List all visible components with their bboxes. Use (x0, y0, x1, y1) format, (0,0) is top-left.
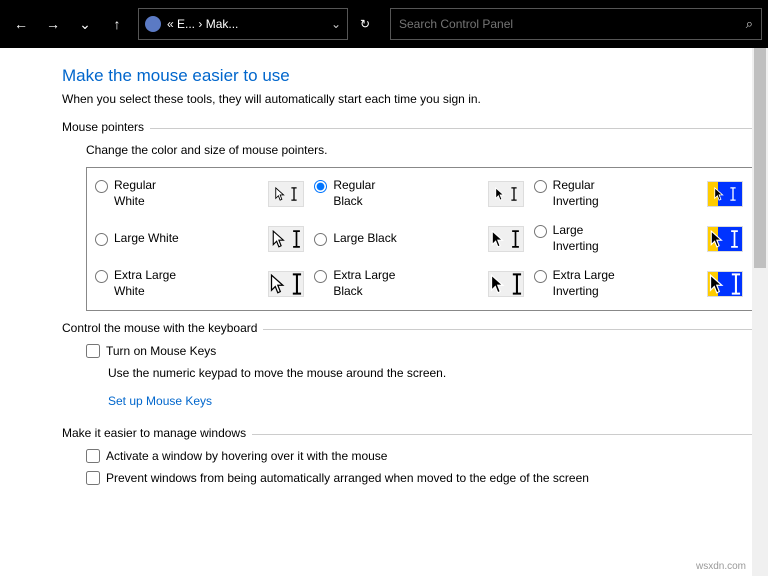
pointer-radio-label[interactable]: Extra Large Inverting (534, 268, 623, 299)
hover-activate-label: Activate a window by hovering over it wi… (106, 449, 387, 463)
hover-activate-checkbox[interactable] (86, 449, 100, 463)
pointer-preview (488, 271, 524, 297)
pointer-preview (268, 226, 304, 252)
scrollbar[interactable] (752, 48, 768, 576)
pointer-options-grid: Regular White Regular Black Regular Invert… (86, 167, 758, 311)
recent-button[interactable]: ⌄ (70, 8, 100, 40)
pointer-preview (707, 226, 743, 252)
pointer-option-text: Extra Large White (114, 268, 184, 299)
pointer-radio-label[interactable]: Large Inverting (534, 223, 623, 254)
pointer-option: Regular Black (314, 178, 529, 209)
pointer-preview (488, 226, 524, 252)
pointer-option-text: Regular Inverting (553, 178, 623, 209)
search-input[interactable] (399, 17, 746, 31)
forward-icon: → (46, 16, 60, 32)
up-button[interactable]: ↑ (102, 8, 132, 40)
pointer-option: Large White (95, 223, 310, 254)
refresh-icon: ↻ (360, 17, 370, 31)
mouse-keys-checkbox[interactable] (86, 344, 100, 358)
pointer-radio[interactable] (95, 233, 108, 246)
back-icon: ← (14, 16, 28, 32)
pointer-radio[interactable] (314, 270, 327, 283)
pointer-option: Regular White (95, 178, 310, 209)
setup-mouse-keys-link[interactable]: Set up Mouse Keys (108, 394, 212, 408)
page-title: Make the mouse easier to use (62, 66, 758, 86)
pointer-option-text: Extra Large Inverting (553, 268, 623, 299)
pointer-radio-label[interactable]: Regular White (95, 178, 184, 209)
pointer-option-text: Regular Black (333, 178, 403, 209)
group-label: Mouse pointers (62, 120, 150, 134)
pointer-option: Large Black (314, 223, 529, 254)
pointer-option-text: Large White (114, 231, 179, 247)
pointer-desc: Change the color and size of mouse point… (86, 143, 758, 157)
watermark: wsxdn.com (696, 561, 746, 572)
navigation-bar: ← → ⌄ ↑ « E... › Mak... ⌄ ↻ ⌕ (0, 0, 768, 48)
pointer-radio[interactable] (95, 180, 108, 193)
breadcrumb: « E... › Mak... (167, 17, 325, 31)
pointer-radio[interactable] (534, 225, 547, 238)
control-panel-icon (145, 16, 161, 32)
mouse-keys-label: Turn on Mouse Keys (106, 344, 216, 358)
address-bar[interactable]: « E... › Mak... ⌄ (138, 8, 348, 40)
scrollbar-thumb[interactable] (754, 48, 766, 268)
search-icon: ⌕ (746, 16, 753, 32)
pointer-preview (488, 181, 524, 207)
chevron-down-icon: ⌄ (79, 16, 91, 33)
back-button[interactable]: ← (6, 8, 36, 40)
page-subtitle: When you select these tools, they will a… (62, 92, 758, 106)
pointer-option: Extra Large White (95, 268, 310, 299)
pointer-option: Regular Inverting (534, 178, 749, 209)
pointer-radio-label[interactable]: Extra Large Black (314, 268, 403, 299)
prevent-arrange-checkbox[interactable] (86, 471, 100, 485)
group-mouse-pointers: Mouse pointers Change the color and size… (62, 128, 758, 311)
pointer-option: Extra Large Black (314, 268, 529, 299)
content-area: Make the mouse easier to use When you se… (0, 48, 768, 576)
pointer-radio[interactable] (95, 270, 108, 283)
address-dropdown-icon[interactable]: ⌄ (331, 17, 341, 31)
pointer-option-text: Large Black (333, 231, 396, 247)
pointer-preview (268, 271, 304, 297)
search-bar[interactable]: ⌕ (390, 8, 762, 40)
mouse-keys-desc: Use the numeric keypad to move the mouse… (108, 366, 758, 380)
pointer-preview (707, 271, 743, 297)
group-manage-windows: Make it easier to manage windows Activat… (62, 434, 758, 485)
pointer-radio-label[interactable]: Regular Black (314, 178, 403, 209)
pointer-radio[interactable] (314, 233, 327, 246)
group-keyboard-control: Control the mouse with the keyboard Turn… (62, 329, 758, 416)
pointer-option-text: Extra Large Black (333, 268, 403, 299)
pointer-preview (268, 181, 304, 207)
forward-button[interactable]: → (38, 8, 68, 40)
pointer-radio-label[interactable]: Regular Inverting (534, 178, 623, 209)
pointer-option-text: Regular White (114, 178, 184, 209)
pointer-option-text: Large Inverting (553, 223, 623, 254)
pointer-radio-label[interactable]: Large Black (314, 231, 396, 247)
prevent-arrange-label: Prevent windows from being automatically… (106, 471, 589, 485)
refresh-button[interactable]: ↻ (350, 8, 380, 40)
group-label: Control the mouse with the keyboard (62, 321, 263, 335)
group-label: Make it easier to manage windows (62, 426, 252, 440)
pointer-option: Extra Large Inverting (534, 268, 749, 299)
up-icon: ↑ (114, 16, 121, 32)
pointer-preview (707, 181, 743, 207)
pointer-radio-label[interactable]: Extra Large White (95, 268, 184, 299)
pointer-radio[interactable] (314, 180, 327, 193)
pointer-radio[interactable] (534, 270, 547, 283)
pointer-option: Large Inverting (534, 223, 749, 254)
pointer-radio[interactable] (534, 180, 547, 193)
pointer-radio-label[interactable]: Large White (95, 231, 179, 247)
